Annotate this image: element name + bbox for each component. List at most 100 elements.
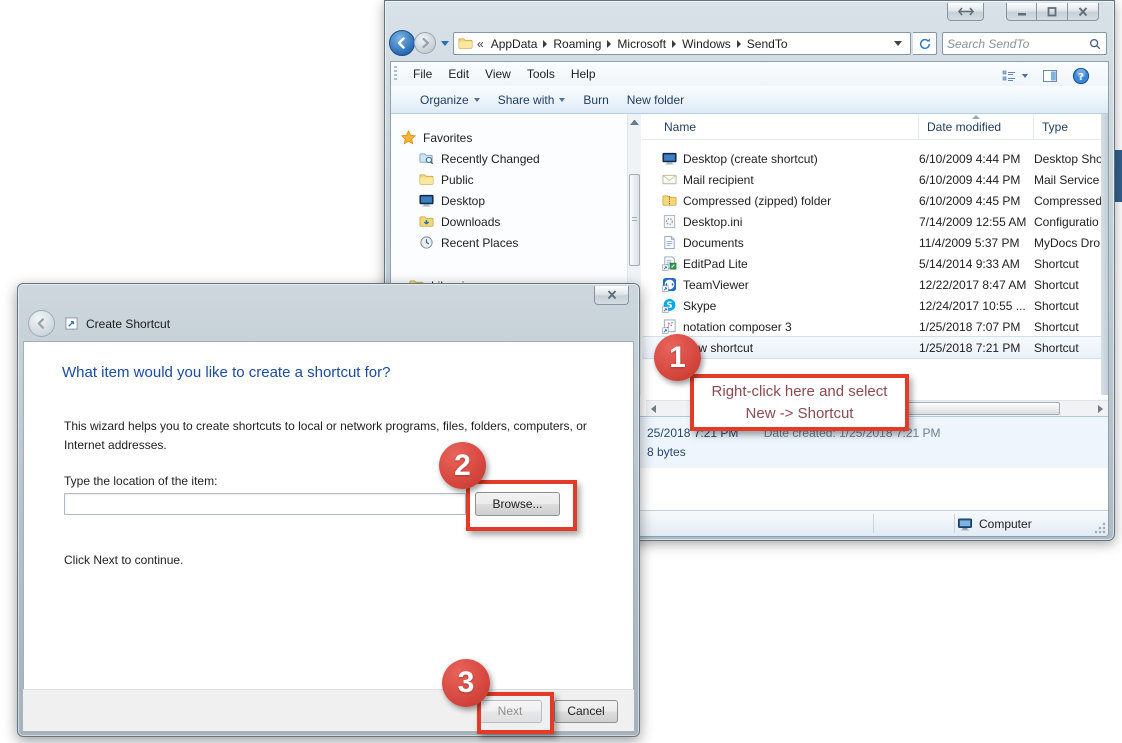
file-date-modified: 1/25/2018 7:21 PM — [919, 341, 1034, 355]
file-type: MyDocs Dro — [1034, 236, 1105, 250]
column-header-type[interactable]: Type — [1034, 114, 1105, 139]
views-caret-icon — [1022, 74, 1028, 78]
crumb-windows[interactable]: Windows — [677, 37, 736, 51]
preview-pane-button[interactable] — [1041, 68, 1059, 84]
wizard-heading: What item would you like to create a sho… — [62, 364, 390, 381]
breadcrumb[interactable]: « AppDataRoamingMicrosoftWindowsSendTo — [453, 32, 911, 55]
toolbar-organize[interactable]: Organize — [411, 89, 489, 111]
file-type: Shortcut — [1034, 278, 1105, 292]
menubar-grip — [394, 66, 397, 82]
notation-icon: ♪♪ — [662, 319, 677, 334]
back-arrow-icon — [395, 36, 409, 50]
step-3-highlight-box — [477, 692, 554, 734]
recent-pages-caret[interactable] — [441, 41, 449, 46]
folder-icon — [458, 36, 473, 51]
command-toolbar: OrganizeShare withBurnNew folder — [391, 86, 1108, 114]
dialog-back-button[interactable] — [28, 310, 55, 337]
toolbar-new-folder[interactable]: New folder — [618, 89, 693, 111]
file-row-notation-composer-3[interactable]: ♪♪notation composer 3 1/25/2018 7:07 PM … — [642, 316, 1105, 337]
restore-arrows-button[interactable] — [947, 3, 984, 21]
crumb-appdata[interactable]: AppData — [486, 37, 543, 51]
computer-icon — [957, 516, 973, 532]
svg-text:♪: ♪ — [670, 321, 674, 328]
file-row-skype[interactable]: SSkype 12/24/2017 10:55 ... Shortcut — [642, 295, 1105, 316]
column-header-name[interactable]: Name — [642, 114, 919, 139]
step-3-badge: 3 — [442, 659, 490, 707]
sidebar-item-recently-changed[interactable]: Recently Changed — [391, 148, 627, 169]
sidebar-item-recent-places[interactable]: Recent Places — [391, 232, 627, 253]
menu-file[interactable]: File — [405, 64, 440, 84]
sidebar-item-desktop[interactable]: Desktop — [391, 190, 627, 211]
minimize-button[interactable] — [1006, 3, 1037, 21]
search-box — [942, 32, 1107, 55]
step-1-callout: Right-click here and select New -> Short… — [690, 374, 909, 431]
menu-edit[interactable]: Edit — [440, 64, 477, 84]
menu-help[interactable]: Help — [563, 64, 604, 84]
resize-grip[interactable] — [1094, 522, 1106, 534]
file-row-compressed-zipped-folder[interactable]: Compressed (zipped) folder 6/10/2009 4:4… — [642, 190, 1105, 211]
wizard-description: This wizard helps you to create shortcut… — [64, 417, 592, 454]
search-input[interactable] — [947, 37, 1088, 51]
maximize-button[interactable] — [1037, 3, 1068, 21]
file-row-mail-recipient[interactable]: Mail recipient 6/10/2009 4:44 PM Mail Se… — [642, 169, 1105, 190]
help-button[interactable]: ? — [1072, 67, 1090, 85]
file-row-desktop-create-shortcut[interactable]: Desktop (create shortcut) 6/10/2009 4:44… — [642, 148, 1105, 169]
views-button[interactable] — [1001, 68, 1028, 84]
file-row-documents[interactable]: Documents 11/4/2009 5:37 PM MyDocs Dro — [642, 232, 1105, 253]
refresh-icon — [918, 37, 932, 51]
address-dropdown-caret[interactable] — [894, 41, 902, 46]
menu-view[interactable]: View — [477, 64, 519, 84]
dialog-close-button[interactable] — [594, 286, 629, 305]
sidebar-item-public[interactable]: Public — [391, 169, 627, 190]
back-arrow-icon — [35, 317, 48, 330]
back-button[interactable] — [389, 30, 415, 56]
sidebar-scroll-thumb[interactable] — [629, 174, 640, 266]
crumb-separator-icon — [672, 40, 676, 48]
step-1-text-line-1: Right-click here and select — [712, 381, 888, 403]
file-date-modified: 6/10/2009 4:44 PM — [919, 173, 1034, 187]
cancel-button[interactable]: Cancel — [554, 700, 618, 723]
close-icon — [606, 290, 618, 300]
shortcut-wizard-icon — [65, 317, 78, 330]
file-list: Desktop (create shortcut) 6/10/2009 4:44… — [642, 148, 1105, 395]
crumb-microsoft[interactable]: Microsoft — [612, 37, 671, 51]
document-icon — [662, 235, 677, 250]
toolbar-burn[interactable]: Burn — [574, 89, 617, 111]
file-type: Desktop Sho — [1034, 152, 1105, 166]
file-row-teamviewer[interactable]: TeamViewer 12/22/2017 8:47 AM Shortcut — [642, 274, 1105, 295]
crumb-roaming[interactable]: Roaming — [548, 37, 606, 51]
forward-button[interactable] — [414, 32, 436, 54]
scroll-right-icon[interactable] — [1098, 405, 1103, 413]
column-header-date-modified[interactable]: Date modified — [919, 114, 1034, 139]
next-hint: Click Next to continue. — [64, 553, 183, 567]
scroll-up-icon[interactable] — [630, 120, 639, 125]
desktop-icon — [419, 193, 434, 208]
toolbar-share-with[interactable]: Share with — [489, 89, 575, 111]
location-input[interactable] — [64, 493, 466, 515]
search-icon[interactable] — [1088, 37, 1102, 51]
close-button[interactable] — [1068, 3, 1099, 21]
sidebar-label: Favorites — [423, 131, 472, 145]
file-type: Shortcut — [1034, 341, 1105, 355]
sidebar-label: Recent Places — [441, 236, 518, 250]
file-row-desktop-ini[interactable]: Desktop.ini 7/14/2009 12:55 AM Configura… — [642, 211, 1105, 232]
sidebar-item-downloads[interactable]: Downloads — [391, 211, 627, 232]
step-1-text-line-2: New -> Shortcut — [746, 403, 854, 425]
file-name: Desktop.ini — [683, 215, 742, 229]
address-bar: « AppDataRoamingMicrosoftWindowsSendTo — [385, 29, 1114, 59]
step-1-badge: 1 — [654, 334, 701, 381]
crumb-separator-icon — [607, 40, 611, 48]
crumb-sendto[interactable]: SendTo — [742, 37, 793, 51]
file-date-modified: 1/25/2018 7:07 PM — [919, 320, 1034, 334]
file-row-new-shortcut[interactable]: New shortcut 1/25/2018 7:21 PM Shortcut — [642, 337, 1105, 358]
sidebar-item-favorites[interactable]: Favorites — [391, 127, 627, 148]
file-type: Mail Service — [1034, 173, 1105, 187]
sidebar-label: Desktop — [441, 194, 485, 208]
double-arrow-icon — [957, 6, 975, 17]
refresh-button[interactable] — [913, 32, 937, 55]
scroll-left-icon[interactable] — [651, 405, 656, 413]
menu-tools[interactable]: Tools — [519, 64, 563, 84]
file-row-editpad-lite[interactable]: EditPad Lite 5/14/2014 9:33 AM Shortcut — [642, 253, 1105, 274]
zip-folder-icon — [662, 193, 677, 208]
file-date-modified: 6/10/2009 4:45 PM — [919, 194, 1034, 208]
